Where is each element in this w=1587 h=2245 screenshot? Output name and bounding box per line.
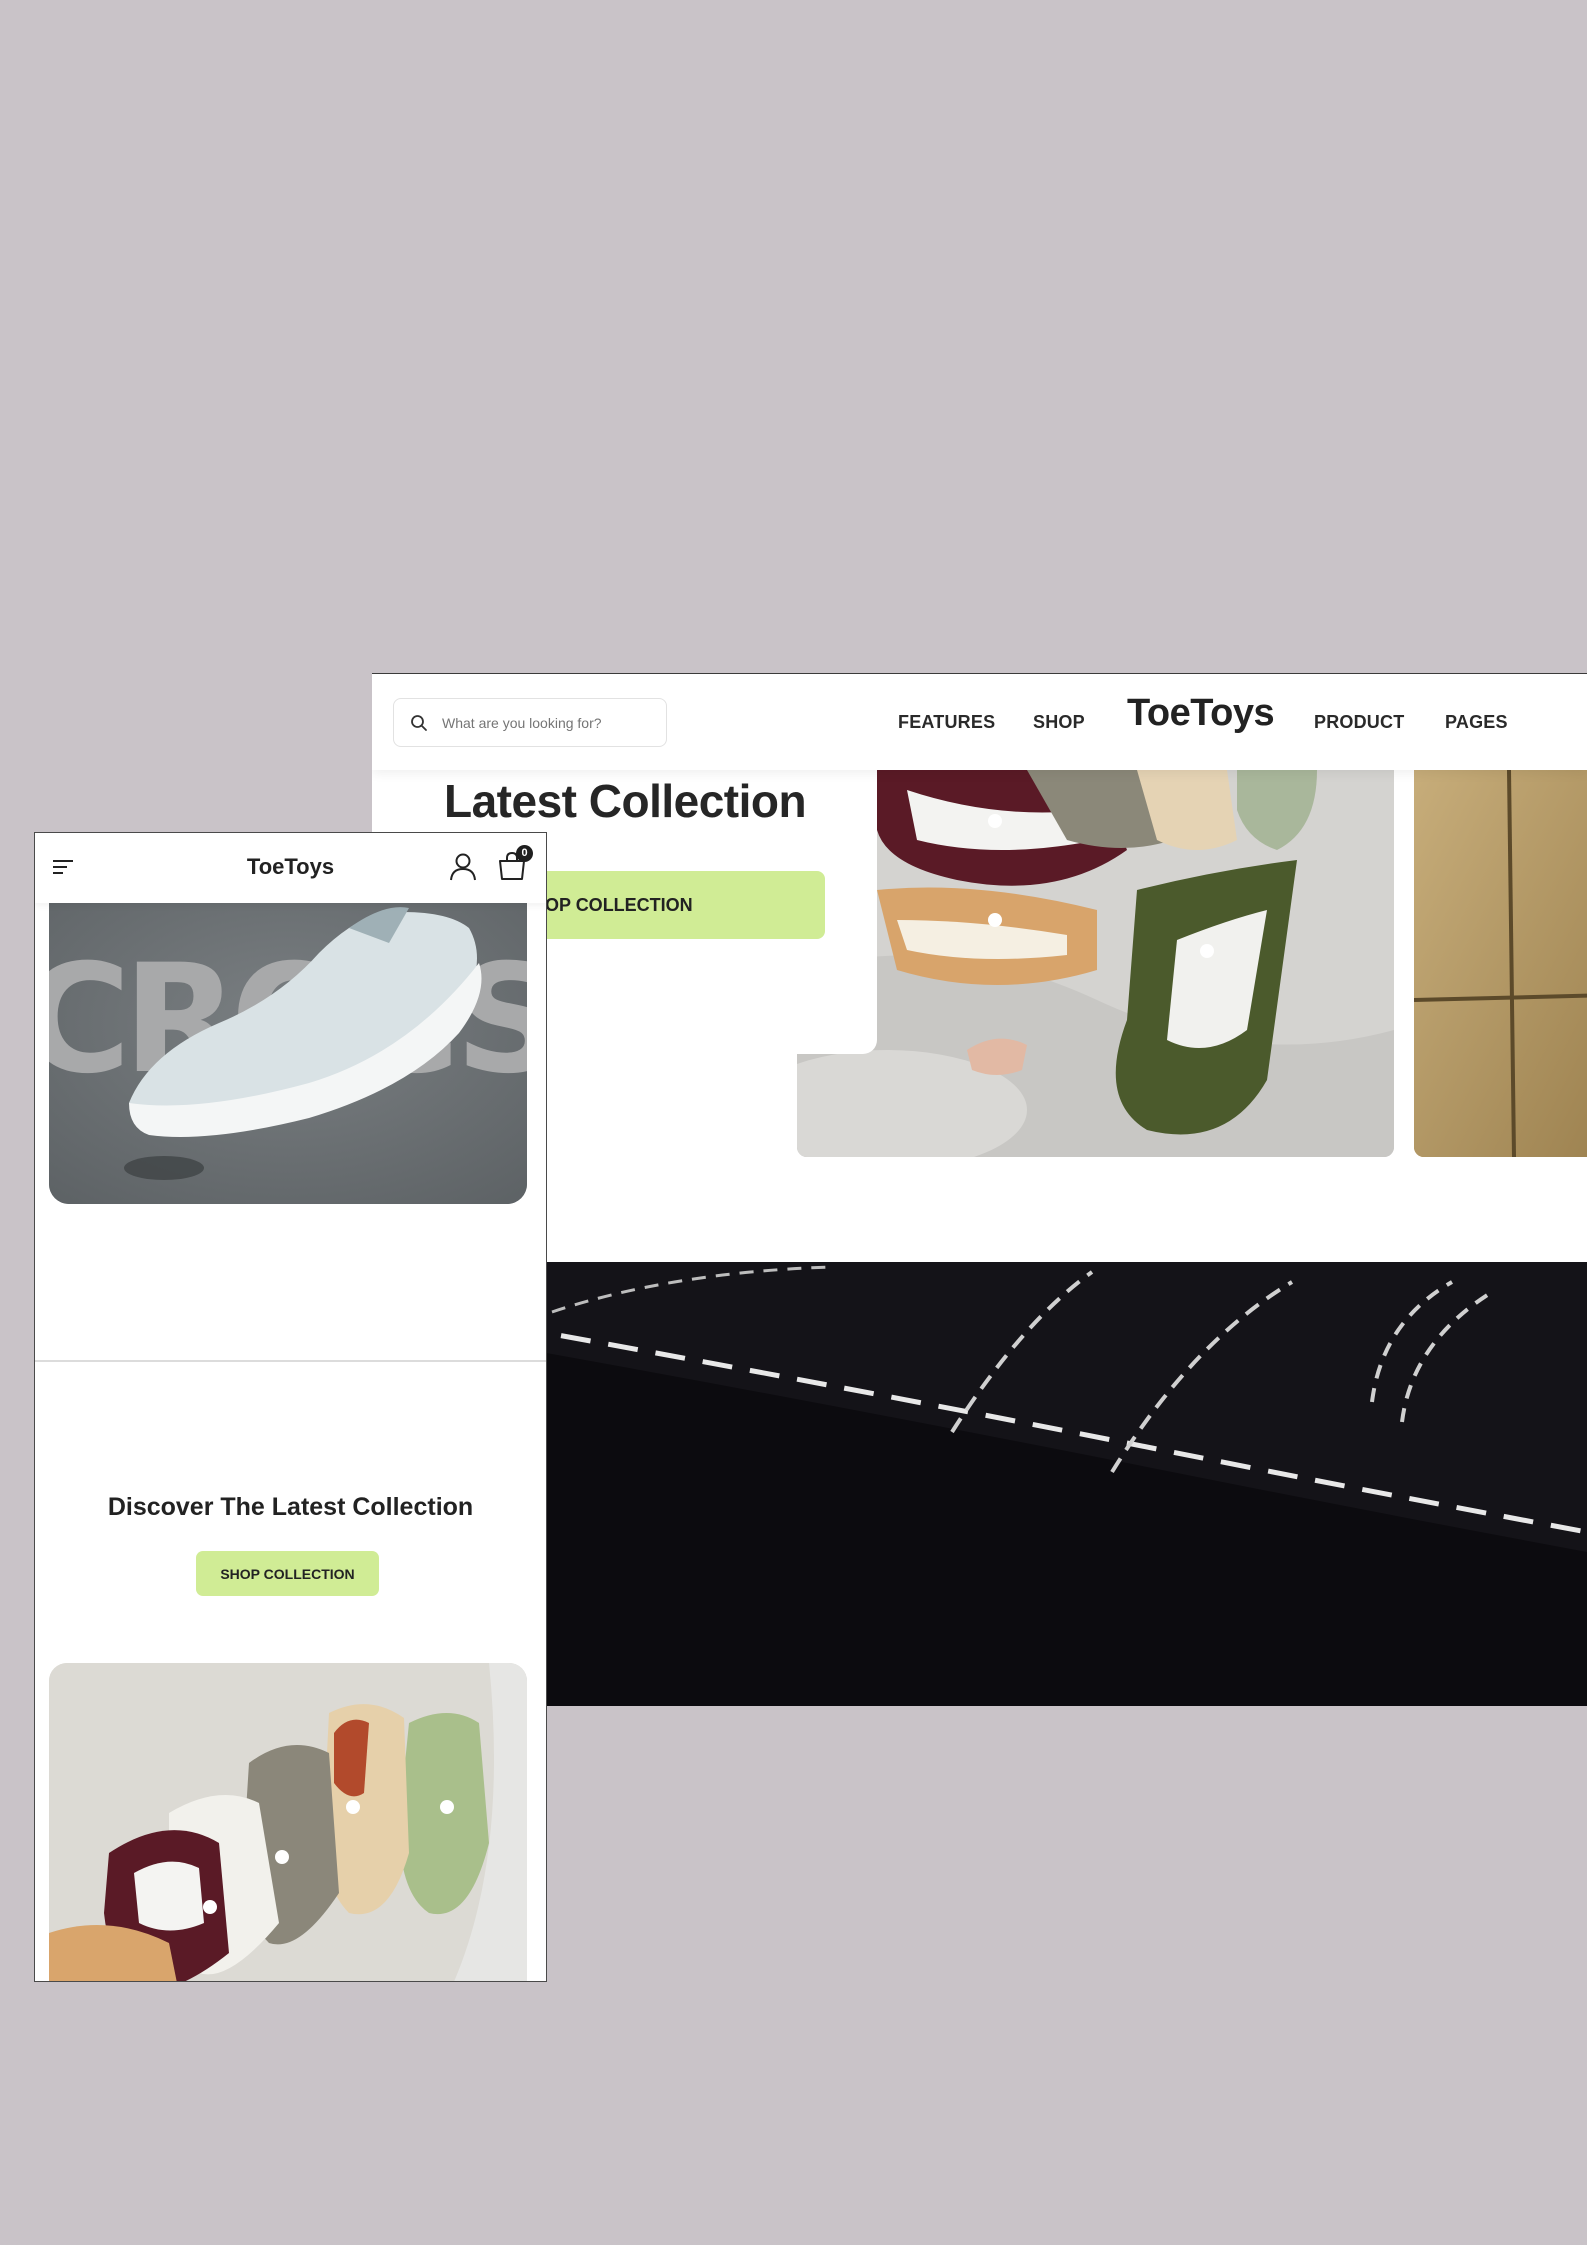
- hero-side-image: [1414, 770, 1587, 1157]
- user-icon[interactable]: [449, 852, 477, 882]
- search-box[interactable]: [393, 698, 667, 747]
- mobile-window: ToeToys 0 CROCS Discover The Latest Coll…: [34, 832, 547, 1982]
- hero-sneakers-image: [797, 770, 1394, 1157]
- site-logo[interactable]: ToeToys: [1127, 692, 1275, 735]
- search-icon: [410, 714, 428, 732]
- cart-count-badge: 0: [516, 845, 533, 862]
- nav-product-link[interactable]: PRODUCT: [1314, 712, 1404, 733]
- dark-banner-image: [372, 1262, 1587, 1706]
- hero-title: Latest Collection: [444, 775, 807, 827]
- nav-shop-link[interactable]: SHOP: [1033, 712, 1085, 733]
- section-title: Discover The Latest Collection: [107, 1493, 474, 1521]
- nav-features-link[interactable]: FEATURES: [898, 712, 995, 733]
- nav-product[interactable]: PRODUCT: [1314, 674, 1404, 770]
- crocs-sneaker-card: CROCS: [49, 903, 527, 1204]
- mobile-header: ToeToys 0: [35, 833, 546, 903]
- section-divider: [35, 1360, 546, 1362]
- nav-pages-link[interactable]: PAGES: [1445, 712, 1508, 733]
- nav-shop[interactable]: SHOP: [1033, 674, 1085, 770]
- mobile-shop-collection-button[interactable]: SHOP COLLECTION: [196, 1551, 379, 1596]
- desktop-window: FEATURES SHOP ToeToys PRODUCT PAGES: [372, 673, 1587, 1706]
- desktop-header: FEATURES SHOP ToeToys PRODUCT PAGES: [372, 674, 1587, 770]
- nav-features[interactable]: FEATURES: [898, 674, 995, 770]
- nav-pages[interactable]: PAGES: [1445, 674, 1508, 770]
- search-input[interactable]: [440, 713, 644, 732]
- sneakers-collection-image: [49, 1663, 527, 1981]
